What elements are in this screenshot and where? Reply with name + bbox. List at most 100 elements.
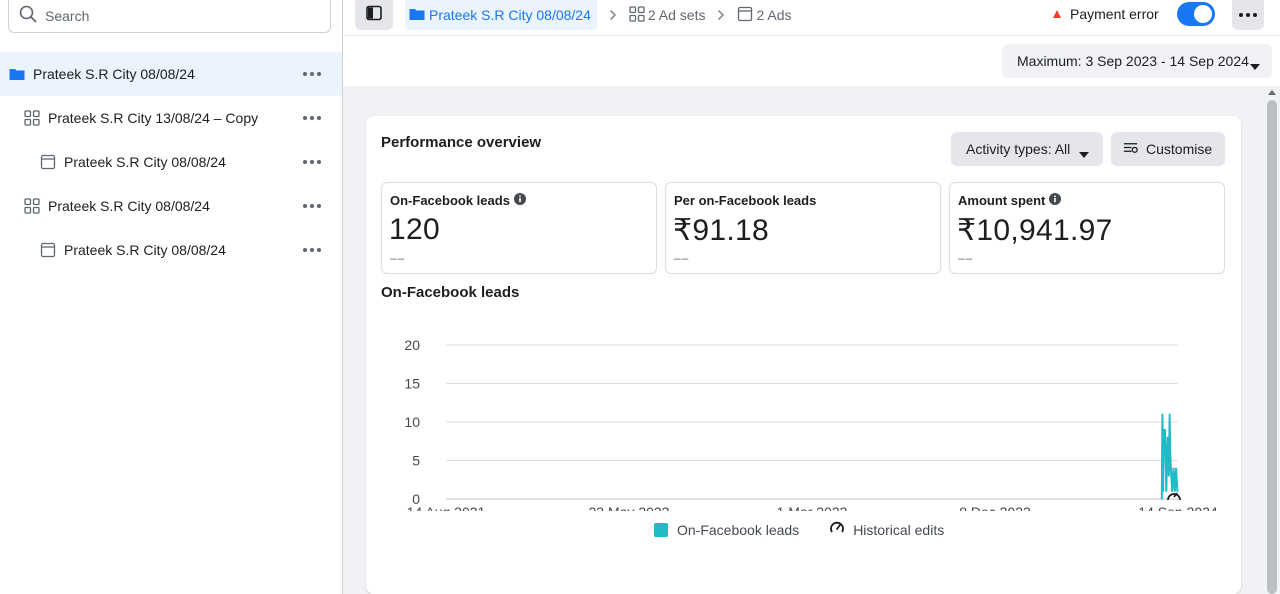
campaign-tree: Prateek S.R City 08/08/24 Prateek S.R Ci…: [0, 52, 342, 272]
tree-item-campaign[interactable]: Prateek S.R City 08/08/24: [0, 52, 342, 96]
leads-line-chart[interactable]: 2015105014 Aug 202123 May 20221 Mar 2023…: [396, 311, 1236, 511]
data-point: [1176, 490, 1179, 493]
metric-label: On-Facebook leads: [390, 193, 510, 208]
customise-sliders-icon: [1123, 140, 1138, 158]
data-point: [1171, 490, 1173, 493]
activity-types-dropdown[interactable]: Activity types: All: [951, 132, 1103, 166]
info-icon[interactable]: [1049, 193, 1062, 208]
more-options-icon[interactable]: [302, 198, 322, 214]
scrollbar-thumb[interactable]: [1267, 100, 1277, 594]
tree-item-label: Prateek S.R City 13/08/24 – Copy: [48, 110, 259, 126]
tree-item-label: Prateek S.R City 08/08/24: [64, 154, 226, 170]
y-tick-label: 15: [404, 376, 420, 392]
x-tick-label: 23 May 2022: [589, 504, 670, 511]
performance-overview-card: Performance overview Activity types: All…: [366, 116, 1241, 594]
metric-label: Per on-Facebook leads: [674, 193, 817, 208]
chart-legend: On-Facebook leads Historical edits: [654, 520, 944, 539]
main-content: Performance overview Activity types: All…: [343, 86, 1280, 594]
folder-icon: [9, 66, 25, 82]
x-tick-label: 1 Mar 2023: [777, 504, 848, 511]
breadcrumb-campaign[interactable]: Prateek S.R City 08/08/24: [405, 0, 597, 30]
data-point: [1161, 413, 1164, 416]
payment-error-label: Payment error: [1070, 6, 1159, 22]
toggle-knob: [1194, 5, 1212, 23]
breadcrumb-campaign-label: Prateek S.R City 08/08/24: [429, 7, 591, 23]
metric-value: ₹91.18: [673, 214, 769, 247]
tree-item-ad[interactable]: Prateek S.R City 08/08/24: [0, 140, 342, 184]
breadcrumb-adsets-label: 2 Ad sets: [647, 7, 706, 23]
data-point: [1175, 467, 1177, 469]
vertical-scrollbar[interactable]: [1264, 86, 1280, 594]
ad-set-grid-icon: [629, 5, 645, 25]
data-point: [1169, 452, 1172, 454]
campaign-toggle[interactable]: [1177, 2, 1215, 26]
customise-label: Customise: [1146, 141, 1213, 157]
data-point: [1165, 490, 1168, 493]
more-options-icon[interactable]: [302, 66, 322, 82]
legend-label: Historical edits: [853, 521, 945, 538]
data-point: [1168, 413, 1171, 416]
metric-card-cost-per-lead[interactable]: Per on-Facebook leads ₹91.18 ––: [665, 182, 941, 274]
customise-button[interactable]: Customise: [1111, 132, 1225, 166]
search-box[interactable]: [8, 0, 331, 33]
metric-label-row: Per on-Facebook leads: [674, 193, 816, 208]
tree-item-label: Prateek S.R City 08/08/24: [33, 66, 195, 82]
tree-item-adset[interactable]: Prateek S.R City 13/08/24 – Copy: [0, 96, 342, 140]
ad-window-icon: [737, 6, 753, 25]
x-tick-label: 8 Dec 2023: [959, 504, 1031, 511]
warning-triangle-icon: [1052, 6, 1062, 22]
data-point: [1163, 452, 1166, 454]
toggle-sidebar-button[interactable]: [355, 0, 393, 30]
metric-label-row: Amount spent: [958, 193, 1062, 208]
metric-card-amount-spent[interactable]: Amount spent ₹10,941.97 ––: [949, 182, 1225, 274]
more-options-icon[interactable]: [302, 242, 322, 258]
data-point: [1170, 467, 1172, 469]
info-icon[interactable]: [513, 193, 526, 208]
y-tick-label: 10: [404, 414, 420, 430]
tree-item-label: Prateek S.R City 08/08/24: [48, 198, 210, 214]
tree-item-label: Prateek S.R City 08/08/24: [64, 242, 226, 258]
data-point: [1166, 436, 1169, 439]
data-point: [1164, 428, 1166, 431]
x-tick-label: 14 Sep 2024: [1138, 504, 1218, 511]
chevron-right-icon: [609, 9, 617, 21]
folder-icon: [409, 6, 425, 25]
series-line: [1160, 414, 1179, 500]
metric-value: ₹10,941.97: [957, 214, 1113, 247]
breadcrumb-ads[interactable]: 2 Ads: [737, 6, 792, 25]
search-icon: [19, 5, 37, 28]
y-tick-label: 20: [404, 337, 420, 353]
scroll-up-arrow-icon[interactable]: [1268, 90, 1276, 95]
caret-down-icon: [1250, 57, 1260, 73]
legend-label[interactable]: On-Facebook leads: [677, 522, 799, 538]
metric-comparison: ––: [674, 251, 690, 265]
metric-card-leads[interactable]: On-Facebook leads 120 ––: [381, 182, 657, 274]
breadcrumb-adsets[interactable]: 2 Ad sets: [629, 5, 706, 25]
data-point: [1173, 490, 1176, 493]
more-options-icon[interactable]: [302, 110, 322, 126]
data-point: [1172, 467, 1175, 469]
data-point: [1168, 475, 1170, 477]
activity-types-label: Activity types: All: [966, 141, 1071, 157]
tree-item-adset[interactable]: Prateek S.R City 08/08/24: [0, 184, 342, 228]
tree-item-ad[interactable]: Prateek S.R City 08/08/24: [0, 228, 342, 272]
date-range-row: Maximum: 3 Sep 2023 - 14 Sep 2024: [343, 36, 1280, 86]
more-options-icon[interactable]: [302, 154, 322, 170]
legend-historical-edits[interactable]: Historical edits: [829, 520, 944, 539]
search-input[interactable]: [45, 8, 315, 24]
metric-label: Amount spent: [958, 193, 1046, 208]
date-range-picker[interactable]: Maximum: 3 Sep 2023 - 14 Sep 2024: [1002, 44, 1272, 78]
ad-set-grid-icon: [24, 198, 40, 214]
ad-set-grid-icon: [24, 110, 40, 126]
chart-title: On-Facebook leads: [381, 284, 520, 301]
payment-error-status[interactable]: Payment error: [1052, 6, 1159, 22]
legend-swatch: [654, 522, 668, 537]
more-actions-button[interactable]: [1232, 0, 1264, 30]
date-range-label: Maximum: 3 Sep 2023 - 14 Sep 2024: [1017, 53, 1249, 69]
chevron-right-icon: [717, 9, 725, 21]
metric-label-row: On-Facebook leads: [390, 193, 526, 208]
x-tick-label: 14 Aug 2021: [407, 504, 486, 511]
breadcrumb: Prateek S.R City 08/08/24 2 Ad sets 2 Ad…: [405, 0, 792, 30]
metric-value: 120: [389, 213, 440, 246]
caret-down-icon: [1079, 145, 1089, 161]
